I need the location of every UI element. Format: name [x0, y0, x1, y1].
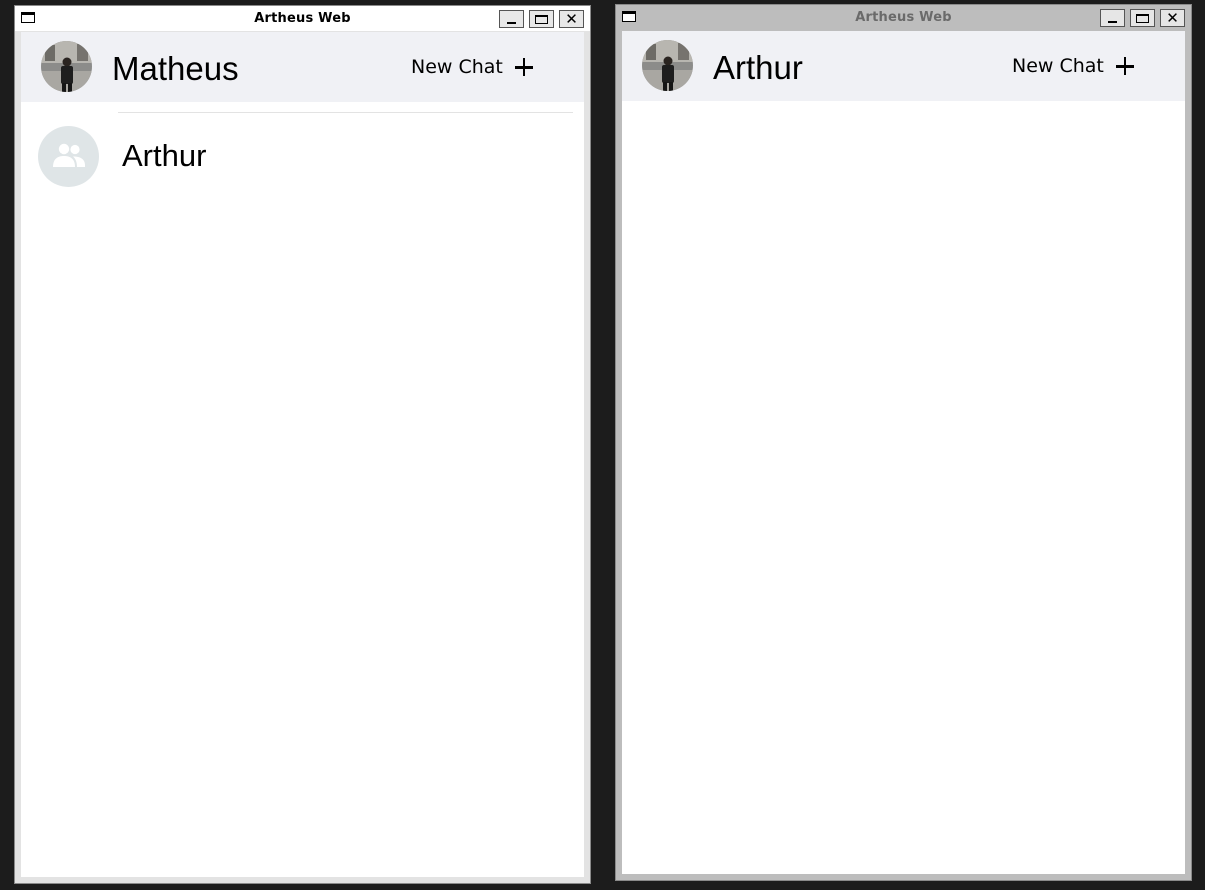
new-chat-label: New Chat [411, 56, 503, 78]
plus-icon [514, 58, 533, 76]
chat-window-arthur: Artheus Web ✕ Arthur New Chat [615, 4, 1192, 881]
user-photo-icon [41, 41, 92, 92]
user-photo-icon [642, 40, 693, 91]
minimize-button[interactable] [1100, 9, 1125, 27]
user-avatar[interactable] [642, 40, 693, 91]
chat-list-item[interactable]: Arthur [21, 114, 584, 196]
maximize-button[interactable] [529, 10, 554, 28]
current-user-name: Arthur [713, 49, 803, 86]
maximize-icon [1136, 13, 1149, 23]
group-avatar [38, 126, 99, 187]
chat-contact-name: Arthur [122, 138, 207, 173]
app-header: Arthur New Chat [622, 31, 1185, 101]
window-titlebar[interactable]: Artheus Web ✕ [15, 6, 590, 31]
app-client-area: Arthur New Chat [622, 31, 1185, 874]
window-titlebar[interactable]: Artheus Web ✕ [616, 5, 1191, 30]
close-button[interactable]: ✕ [1160, 9, 1185, 27]
chat-window-matheus: Artheus Web ✕ Matheus New Chat Arthur [14, 5, 591, 884]
chat-list-divider [118, 112, 573, 113]
current-user-name: Matheus [112, 50, 239, 87]
app-client-area: Matheus New Chat Arthur [21, 32, 584, 877]
group-icon [53, 143, 85, 167]
new-chat-button[interactable]: New Chat [411, 52, 533, 82]
maximize-icon [535, 14, 548, 24]
close-icon: ✕ [565, 9, 578, 28]
minimize-button[interactable] [499, 10, 524, 28]
new-chat-button[interactable]: New Chat [1012, 51, 1134, 81]
close-button[interactable]: ✕ [559, 10, 584, 28]
minimize-icon [1108, 20, 1117, 23]
user-avatar[interactable] [41, 41, 92, 92]
minimize-icon [507, 21, 516, 24]
maximize-button[interactable] [1130, 9, 1155, 27]
new-chat-label: New Chat [1012, 55, 1104, 77]
close-icon: ✕ [1166, 8, 1179, 27]
plus-icon [1115, 57, 1134, 75]
app-header: Matheus New Chat [21, 32, 584, 102]
